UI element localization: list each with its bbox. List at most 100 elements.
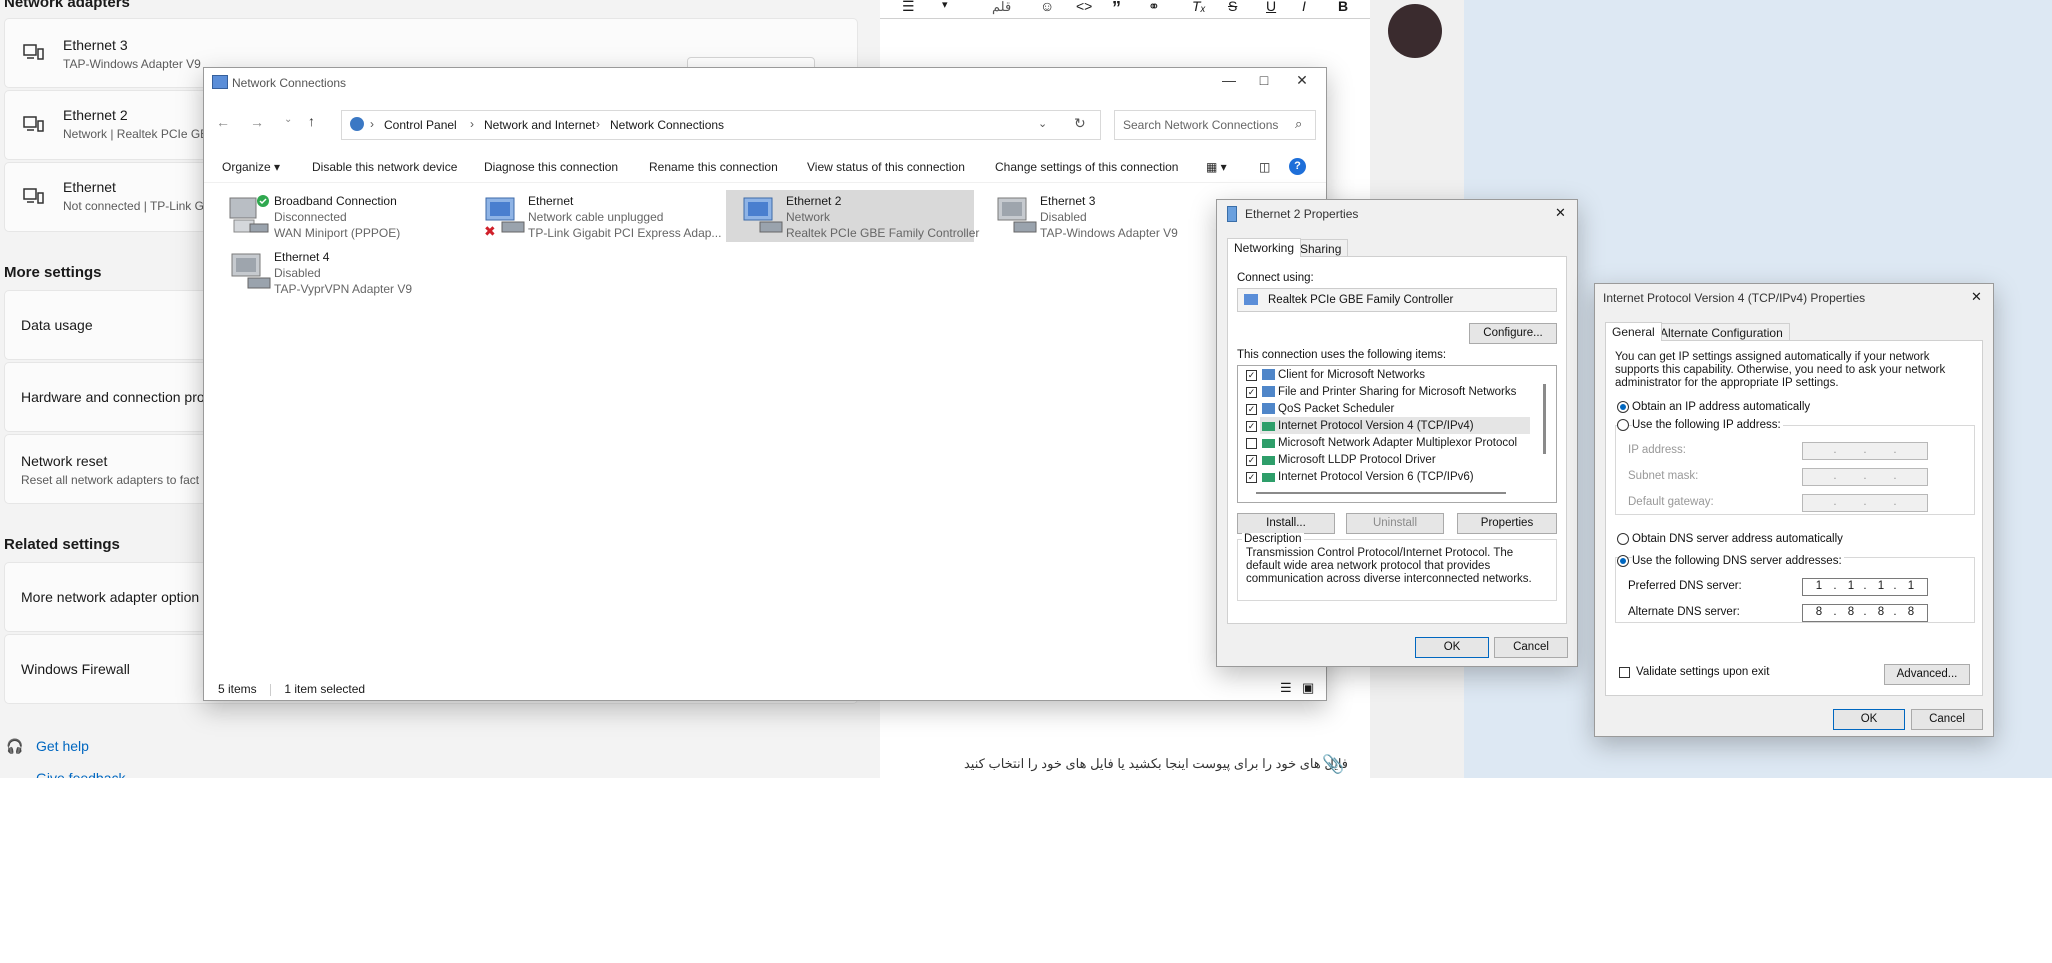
maximize-button[interactable]: □ (1249, 72, 1279, 88)
font-select[interactable]: قلم (992, 0, 1011, 15)
ok-button[interactable]: OK (1415, 637, 1489, 658)
item-checkbox[interactable] (1246, 438, 1257, 449)
breadcrumb-network-internet[interactable]: Network and Internet (484, 118, 595, 132)
vertical-scrollbar[interactable] (1543, 384, 1546, 454)
advanced-button[interactable]: Advanced... (1884, 664, 1970, 685)
view-options-icon[interactable]: ▦ ▾ (1206, 160, 1227, 174)
clear-format-icon[interactable]: Tₓ (1192, 0, 1206, 14)
strikethrough-icon[interactable]: S (1228, 0, 1237, 14)
help-icon[interactable]: ? (1289, 158, 1306, 175)
configure-button[interactable]: Configure... (1469, 323, 1557, 344)
list-item[interactable]: File and Printer Sharing for Microsoft N… (1278, 386, 1516, 398)
list-item[interactable]: QoS Packet Scheduler (1278, 403, 1394, 415)
intro-text: You can get IP settings assigned automat… (1615, 351, 1946, 389)
list-item[interactable]: Microsoft LLDP Protocol Driver (1278, 454, 1436, 466)
list-item[interactable]: Microsoft Network Adapter Multiplexor Pr… (1278, 437, 1517, 449)
change-settings-button[interactable]: Change settings of this connection (995, 160, 1178, 174)
help-icon: 🎧 (6, 738, 24, 754)
preferred-dns-field[interactable]: 1. 1. 1. 1 (1802, 578, 1928, 596)
details-view-icon[interactable]: ☰ (1280, 680, 1292, 696)
item-checkbox[interactable]: ✓ (1246, 455, 1257, 466)
item-checkbox[interactable]: ✓ (1246, 370, 1257, 381)
link-icon[interactable]: ⚭ (1148, 0, 1160, 15)
forward-icon[interactable]: → (250, 114, 264, 130)
address-dropdown-icon[interactable]: ⌄ (1038, 117, 1047, 130)
large-icons-view-icon[interactable]: ▣ (1302, 680, 1314, 696)
back-icon[interactable]: ← (216, 114, 230, 130)
obtain-dns-auto-radio[interactable] (1617, 533, 1629, 545)
use-following-ip-radio[interactable] (1617, 419, 1629, 431)
recent-dropdown-icon[interactable]: ⌄ (284, 114, 292, 125)
connection-ethernet-4[interactable]: Ethernet 4 Disabled TAP-VyprVPN Adapter … (214, 246, 462, 298)
adapter-icon (1244, 294, 1258, 305)
obtain-ip-auto-radio[interactable] (1617, 401, 1629, 413)
cancel-button[interactable]: Cancel (1494, 637, 1568, 658)
tab-networking[interactable]: Networking (1227, 238, 1302, 257)
search-input[interactable]: Search Network Connections ⌕ (1114, 110, 1316, 140)
properties-button[interactable]: Properties (1457, 513, 1557, 534)
close-button[interactable]: ✕ (1971, 289, 1982, 305)
quote-icon[interactable]: ” (1112, 0, 1121, 19)
minimize-button[interactable]: — (1214, 72, 1244, 88)
adapter-name: Ethernet (63, 179, 116, 195)
adapter-detail: Not connected | TP-Link G (63, 199, 204, 213)
item-checkbox[interactable]: ✓ (1246, 421, 1257, 432)
address-bar[interactable]: › Control Panel › Network and Internet ›… (341, 110, 1101, 140)
tab-general[interactable]: General (1605, 322, 1662, 341)
use-following-dns-label[interactable]: Use the following DNS server addresses: (1632, 555, 1844, 567)
validate-label[interactable]: Validate settings upon exit (1636, 666, 1769, 678)
up-icon[interactable]: ↑ (308, 113, 315, 129)
connection-ethernet[interactable]: ✖ Ethernet Network cable unplugged TP-Li… (468, 190, 721, 242)
horizontal-scrollbar[interactable] (1256, 492, 1506, 494)
install-button[interactable]: Install... (1237, 513, 1335, 534)
alternate-dns-field[interactable]: 8. 8. 8. 8 (1802, 604, 1928, 622)
connection-ethernet-2[interactable]: Ethernet 2 Network Realtek PCIe GBE Fami… (726, 190, 979, 242)
breadcrumb-control-panel[interactable]: Control Panel (384, 118, 457, 132)
view-status-button[interactable]: View status of this connection (807, 160, 965, 174)
item-checkbox[interactable]: ✓ (1246, 472, 1257, 483)
adapter-icon (1227, 206, 1237, 222)
ethernet-2-properties-dialog: Ethernet 2 Properties ✕ Networking Shari… (1216, 199, 1578, 667)
disable-device-button[interactable]: Disable this network device (312, 160, 457, 174)
close-button[interactable]: ✕ (1287, 72, 1317, 89)
obtain-dns-auto-label[interactable]: Obtain DNS server address automatically (1632, 533, 1843, 545)
emoji-icon[interactable]: ☺ (1040, 0, 1054, 14)
diagnose-button[interactable]: Diagnose this connection (484, 160, 618, 174)
avatar[interactable] (1388, 4, 1442, 58)
chevron-down-icon[interactable]: ▾ (942, 0, 948, 11)
connection-ethernet-3[interactable]: Ethernet 3 Disabled TAP-Windows Adapter … (980, 190, 1228, 242)
validate-checkbox[interactable] (1619, 667, 1630, 678)
items-list[interactable]: ✓ Client for Microsoft Networks ✓ File a… (1237, 365, 1557, 503)
cancel-button[interactable]: Cancel (1911, 709, 1983, 730)
ethernet-disabled-icon (231, 253, 271, 289)
italic-icon[interactable]: I (1302, 0, 1306, 14)
breadcrumb-network-connections[interactable]: Network Connections (610, 118, 724, 132)
code-icon[interactable]: <> (1076, 0, 1092, 14)
bold-icon[interactable]: B (1338, 0, 1348, 14)
underline-icon[interactable]: U (1266, 0, 1276, 14)
connection-status: Network cable unplugged (528, 210, 664, 224)
rename-button[interactable]: Rename this connection (649, 160, 778, 174)
attach-note[interactable]: فایل های خود را برای پیوست اینجا بکشید ی… (908, 756, 1348, 772)
preview-pane-icon[interactable]: ◫ (1259, 160, 1270, 174)
list-item[interactable]: Client for Microsoft Networks (1278, 369, 1425, 381)
organize-menu[interactable]: Organize ▾ (222, 160, 280, 174)
use-following-dns-radio[interactable] (1617, 555, 1629, 567)
get-help-link[interactable]: Get help (36, 738, 89, 754)
close-button[interactable]: ✕ (1555, 205, 1566, 221)
use-following-ip-label[interactable]: Use the following IP address: (1632, 419, 1783, 431)
list-item[interactable]: Internet Protocol Version 4 (TCP/IPv4) (1278, 420, 1474, 432)
connection-broadband[interactable]: Broadband Connection Disconnected WAN Mi… (214, 190, 462, 242)
refresh-icon[interactable]: ↻ (1074, 115, 1086, 132)
broadband-icon (229, 195, 269, 233)
give-feedback-link[interactable]: Give feedback (36, 770, 126, 778)
list-icon[interactable]: ☰ (902, 0, 915, 15)
item-checkbox[interactable]: ✓ (1246, 387, 1257, 398)
status-divider (270, 683, 272, 696)
list-item[interactable]: Internet Protocol Version 6 (TCP/IPv6) (1278, 471, 1474, 483)
ok-button[interactable]: OK (1833, 709, 1905, 730)
default-gateway-label: Default gateway: (1628, 496, 1714, 508)
item-checkbox[interactable]: ✓ (1246, 404, 1257, 415)
paperclip-icon[interactable]: 📎 (1322, 754, 1344, 775)
obtain-ip-auto-label[interactable]: Obtain an IP address automatically (1632, 401, 1810, 413)
